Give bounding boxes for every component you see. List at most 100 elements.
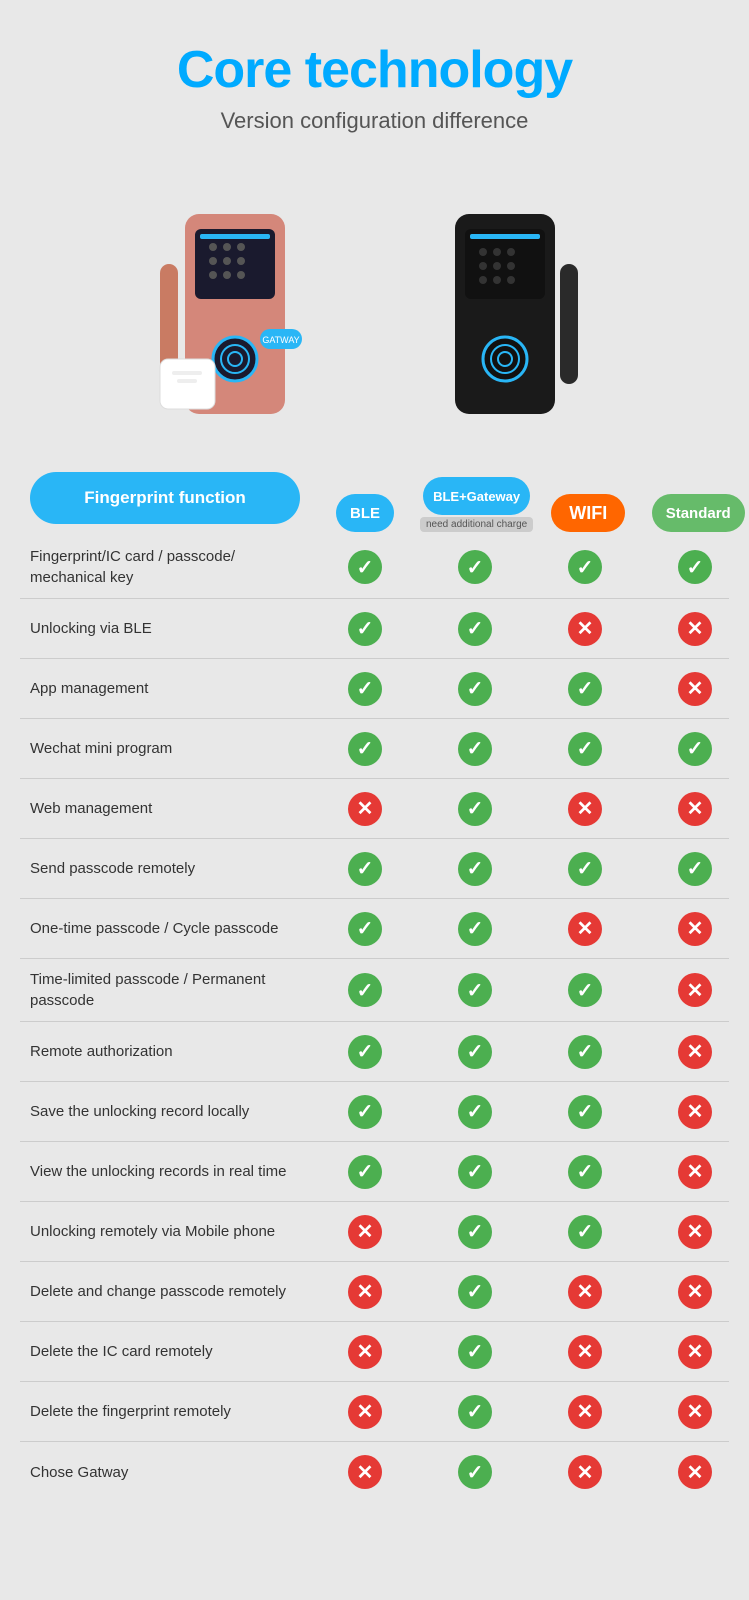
col-header-feature: Fingerprint function <box>20 464 310 532</box>
ble-cell: ✓ <box>310 550 420 584</box>
cross-icon: ✕ <box>348 1395 382 1429</box>
std-cell: ✕ <box>640 1335 749 1369</box>
ble-label: BLE <box>336 494 394 532</box>
ble-cell: ✓ <box>310 732 420 766</box>
ble-cell: ✓ <box>310 1095 420 1129</box>
cross-icon: ✕ <box>568 1275 602 1309</box>
wifi-cell: ✕ <box>530 792 640 826</box>
ble-cell: ✓ <box>310 612 420 646</box>
cross-icon: ✕ <box>678 1335 712 1369</box>
feature-label: Delete and change passcode remotely <box>20 1271 310 1312</box>
check-icon: ✓ <box>348 1095 382 1129</box>
std-label: Standard <box>652 494 745 532</box>
cross-icon: ✕ <box>678 1155 712 1189</box>
feature-label: Send passcode remotely <box>20 848 310 889</box>
check-icon: ✓ <box>568 550 602 584</box>
feature-label: Fingerprint/IC card / passcode/ mechanic… <box>20 536 310 598</box>
wifi-cell: ✓ <box>530 1095 640 1129</box>
wifi-cell: ✕ <box>530 912 640 946</box>
feature-label: App management <box>20 668 310 709</box>
col-header-std: Standard <box>643 494 749 532</box>
check-icon: ✓ <box>458 852 492 886</box>
cross-icon: ✕ <box>568 1455 602 1489</box>
cross-icon: ✕ <box>678 1215 712 1249</box>
ble-cell: ✓ <box>310 672 420 706</box>
check-icon: ✓ <box>458 1215 492 1249</box>
wifi-cell: ✓ <box>530 732 640 766</box>
ble-cell: ✕ <box>310 1215 420 1249</box>
feature-label: Save the unlocking record locally <box>20 1091 310 1132</box>
table-row: Remote authorization ✓ ✓ ✓ ✕ <box>20 1022 729 1082</box>
check-icon: ✓ <box>348 973 382 1007</box>
cross-icon: ✕ <box>348 792 382 826</box>
bleg-cell: ✓ <box>420 672 530 706</box>
ble-cell: ✕ <box>310 1455 420 1489</box>
cross-icon: ✕ <box>568 792 602 826</box>
ble-cell: ✕ <box>310 1335 420 1369</box>
ble-cell: ✓ <box>310 1155 420 1189</box>
check-icon: ✓ <box>458 973 492 1007</box>
feature-label: Delete the IC card remotely <box>20 1331 310 1372</box>
feature-label: Unlocking via BLE <box>20 608 310 649</box>
std-cell: ✕ <box>640 912 749 946</box>
page-title: Core technology <box>20 40 729 100</box>
check-icon: ✓ <box>678 732 712 766</box>
table-row: Delete the IC card remotely ✕ ✓ ✕ ✕ <box>20 1322 729 1382</box>
table-row: Chose Gatway ✕ ✓ ✕ ✕ <box>20 1442 729 1502</box>
std-cell: ✕ <box>640 1215 749 1249</box>
col-header-ble: BLE <box>310 494 420 532</box>
check-icon: ✓ <box>458 1335 492 1369</box>
bleg-note: need additional charge <box>420 517 533 532</box>
table-row: Wechat mini program ✓ ✓ ✓ ✓ <box>20 719 729 779</box>
col-header-wifi: WIFI <box>533 494 643 532</box>
std-cell: ✕ <box>640 612 749 646</box>
check-icon: ✓ <box>348 1035 382 1069</box>
table-row: App management ✓ ✓ ✓ ✕ <box>20 659 729 719</box>
page: Core technology Version configuration di… <box>0 0 749 1542</box>
check-icon: ✓ <box>678 550 712 584</box>
bleg-cell: ✓ <box>420 792 530 826</box>
bleg-cell: ✓ <box>420 1275 530 1309</box>
cross-icon: ✕ <box>678 1275 712 1309</box>
check-icon: ✓ <box>568 852 602 886</box>
check-icon: ✓ <box>458 1275 492 1309</box>
check-icon: ✓ <box>458 672 492 706</box>
check-icon: ✓ <box>348 550 382 584</box>
check-icon: ✓ <box>458 612 492 646</box>
table-row: Fingerprint/IC card / passcode/ mechanic… <box>20 536 729 599</box>
std-cell: ✕ <box>640 973 749 1007</box>
comparison-table: Fingerprint function BLE BLE+Gateway nee… <box>20 464 729 1502</box>
table-row: View the unlocking records in real time … <box>20 1142 729 1202</box>
wifi-cell: ✕ <box>530 1395 640 1429</box>
feature-label: Remote authorization <box>20 1031 310 1072</box>
table-row: Time-limited passcode / Permanent passco… <box>20 959 729 1022</box>
cross-icon: ✕ <box>678 1095 712 1129</box>
cross-icon: ✕ <box>568 1335 602 1369</box>
table-row: Save the unlocking record locally ✓ ✓ ✓ … <box>20 1082 729 1142</box>
table-row: Delete the fingerprint remotely ✕ ✓ ✕ ✕ <box>20 1382 729 1442</box>
wifi-cell: ✓ <box>530 1155 640 1189</box>
ble-cell: ✕ <box>310 1275 420 1309</box>
check-icon: ✓ <box>458 1095 492 1129</box>
cross-icon: ✕ <box>678 1035 712 1069</box>
std-cell: ✕ <box>640 1455 749 1489</box>
wifi-cell: ✕ <box>530 612 640 646</box>
ble-cell: ✓ <box>310 973 420 1007</box>
check-icon: ✓ <box>348 852 382 886</box>
table-header: Fingerprint function BLE BLE+Gateway nee… <box>20 464 729 532</box>
bleg-cell: ✓ <box>420 732 530 766</box>
check-icon: ✓ <box>568 1155 602 1189</box>
std-cell: ✓ <box>640 852 749 886</box>
cross-icon: ✕ <box>348 1215 382 1249</box>
check-icon: ✓ <box>458 550 492 584</box>
check-icon: ✓ <box>348 672 382 706</box>
cross-icon: ✕ <box>348 1335 382 1369</box>
cross-icon: ✕ <box>348 1455 382 1489</box>
check-icon: ✓ <box>348 732 382 766</box>
ble-cell: ✓ <box>310 912 420 946</box>
bleg-wrap: BLE+Gateway need additional charge <box>420 477 533 532</box>
cross-icon: ✕ <box>348 1275 382 1309</box>
check-icon: ✓ <box>458 1455 492 1489</box>
bleg-label: BLE+Gateway <box>423 477 530 515</box>
wifi-cell: ✕ <box>530 1275 640 1309</box>
